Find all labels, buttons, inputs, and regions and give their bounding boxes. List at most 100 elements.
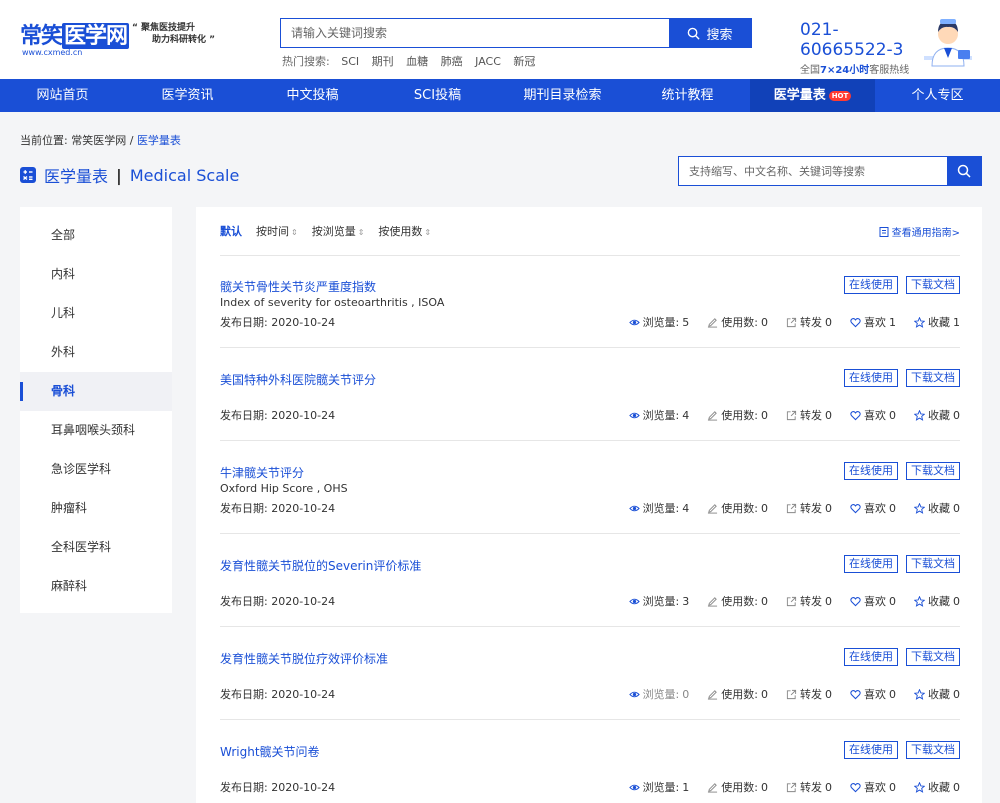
publish-date-label: 发布日期:: [220, 595, 268, 608]
sort-arrow-icon: ⇕: [424, 228, 432, 237]
hot-keyword[interactable]: 期刊: [372, 55, 394, 68]
breadcrumb-current[interactable]: 医学量表: [137, 134, 181, 147]
forward-stat[interactable]: 转发 0: [786, 686, 832, 702]
hot-keyword[interactable]: 肺癌: [441, 55, 463, 68]
forward-stat[interactable]: 转发 0: [786, 500, 832, 516]
fav-stat[interactable]: 收藏 0: [914, 407, 960, 423]
download-doc-button[interactable]: 下载文档: [906, 276, 960, 294]
use-online-button[interactable]: 在线使用: [844, 276, 898, 294]
hot-keyword[interactable]: JACC: [475, 55, 501, 68]
scale-search-input[interactable]: [679, 157, 947, 185]
row-stats: 浏览量: 0 使用数: 0 转发 0 喜欢 0 收藏 0: [611, 686, 960, 702]
row-stats: 浏览量: 4 使用数: 0 转发 0 喜欢 0 收藏 0: [611, 407, 960, 423]
site-search-input[interactable]: [281, 19, 671, 47]
use-online-button[interactable]: 在线使用: [844, 555, 898, 573]
fav-stat[interactable]: 收藏 1: [914, 314, 960, 330]
fav-stat[interactable]: 收藏 0: [914, 779, 960, 795]
sidebar-item-internal[interactable]: 内科: [20, 255, 172, 294]
hot-keyword[interactable]: 新冠: [513, 55, 535, 68]
like-stat[interactable]: 喜欢 0: [850, 407, 896, 423]
nav-journal-search[interactable]: 期刊目录检索: [500, 79, 625, 112]
use-online-button[interactable]: 在线使用: [844, 741, 898, 759]
nav-medical-scale[interactable]: 医学量表 HOT: [750, 79, 875, 112]
download-doc-button[interactable]: 下载文档: [906, 648, 960, 666]
sidebar-item-pediatrics[interactable]: 儿科: [20, 294, 172, 333]
sidebar-item-general[interactable]: 全科医学科: [20, 528, 172, 567]
publish-date-value: 2020-10-24: [271, 688, 336, 701]
scale-row: 牛津髋关节评分 Oxford Hip Score , OHS 发布日期: 202…: [220, 442, 960, 534]
use-online-button[interactable]: 在线使用: [844, 648, 898, 666]
nav-home[interactable]: 网站首页: [0, 79, 125, 112]
nav-sci-submission[interactable]: SCI投稿: [375, 79, 500, 112]
fav-stat[interactable]: 收藏 0: [914, 686, 960, 702]
row-stats: 浏览量: 3 使用数: 0 转发 0 喜欢 0 收藏 0: [611, 593, 960, 609]
scale-title[interactable]: 发育性髋关节脱位疗效评价标准: [220, 650, 388, 667]
scale-search-button[interactable]: [947, 157, 981, 185]
like-stat[interactable]: 喜欢 0: [850, 500, 896, 516]
page-title-sep: |: [116, 165, 122, 185]
views-value: 3: [682, 594, 690, 608]
publish-date: 发布日期: 2020-10-24: [220, 314, 335, 330]
sort-by-uses[interactable]: 按使用数 ⇕: [378, 223, 431, 239]
star-icon: [914, 316, 925, 328]
like-stat[interactable]: 喜欢 0: [850, 593, 896, 609]
hot-keyword[interactable]: SCI: [341, 55, 359, 68]
heart-icon: [850, 689, 861, 699]
views-stat: 浏览量: 5: [628, 314, 689, 330]
scale-title[interactable]: 髋关节骨性关节炎严重度指数: [220, 278, 376, 295]
sidebar-item-emergency[interactable]: 急诊医学科: [20, 450, 172, 489]
download-doc-button[interactable]: 下载文档: [906, 555, 960, 573]
fav-stat[interactable]: 收藏 0: [914, 500, 960, 516]
views-value: 4: [682, 408, 690, 422]
like-stat[interactable]: 喜欢 0: [850, 779, 896, 795]
uses-stat: 使用数: 0: [707, 686, 768, 702]
sidebar-item-ent[interactable]: 耳鼻咽喉头颈科: [20, 411, 172, 450]
fav-stat[interactable]: 收藏 0: [914, 593, 960, 609]
forward-stat[interactable]: 转发 0: [786, 779, 832, 795]
fav-value: 0: [953, 780, 960, 794]
hot-keyword[interactable]: 血糖: [406, 55, 428, 68]
page-title-en: Medical Scale: [129, 165, 240, 185]
download-doc-button[interactable]: 下载文档: [906, 462, 960, 480]
heart-icon: [850, 596, 861, 606]
sort-by-time[interactable]: 按时间 ⇕: [256, 223, 298, 239]
scale-title[interactable]: 美国特种外科医院髋关节评分: [220, 371, 376, 388]
views-label: 浏览量:: [642, 316, 680, 329]
sort-default[interactable]: 默认: [220, 223, 242, 239]
forward-stat[interactable]: 转发 0: [786, 407, 832, 423]
sidebar-item-surgery[interactable]: 外科: [20, 333, 172, 372]
logo-slogan: “ 聚焦医技提升 助力科研转化 ”: [132, 22, 232, 46]
scale-row: 发育性髋关节脱位疗效评价标准 发布日期: 2020-10-24 在线使用 下载文…: [220, 628, 960, 720]
uses-label: 使用数:: [721, 781, 758, 794]
nav-stats-tutorial[interactable]: 统计教程: [625, 79, 750, 112]
sidebar-item-anesthesia[interactable]: 麻醉科: [20, 567, 172, 606]
views-stat: 浏览量: 4: [628, 407, 690, 423]
publish-date-label: 发布日期:: [220, 781, 268, 794]
search-button-label: 搜索: [706, 27, 733, 43]
scale-title[interactable]: 牛津髋关节评分: [220, 464, 304, 481]
forward-stat[interactable]: 转发 0: [786, 593, 832, 609]
like-stat[interactable]: 喜欢 0: [850, 686, 896, 702]
scale-title[interactable]: 发育性髋关节脱位的Severin评价标准: [220, 557, 421, 574]
scale-title[interactable]: Wright髋关节问卷: [220, 743, 320, 760]
sidebar-item-all[interactable]: 全部: [20, 216, 172, 255]
sidebar-item-oncology[interactable]: 肿瘤科: [20, 489, 172, 528]
sidebar-item-orthopedics[interactable]: 骨科: [20, 372, 172, 411]
nav-cn-submission[interactable]: 中文投稿: [250, 79, 375, 112]
scale-row: Wright髋关节问卷 发布日期: 2020-10-24 在线使用 下载文档 浏…: [220, 721, 960, 803]
site-search-button[interactable]: 搜索: [669, 19, 751, 47]
download-doc-button[interactable]: 下载文档: [906, 741, 960, 759]
nav-personal[interactable]: 个人专区: [875, 79, 1000, 112]
guide-link[interactable]: 查看通用指南>: [879, 224, 960, 239]
breadcrumb-home[interactable]: 常笑医学网: [71, 134, 126, 147]
search-icon: [957, 164, 971, 178]
site-logo[interactable]: 常笑医学网 www.cxmed.cn “ 聚焦医技提升 助力科研转化 ”: [20, 14, 220, 64]
download-doc-button[interactable]: 下载文档: [906, 369, 960, 387]
forward-stat[interactable]: 转发 0: [786, 314, 832, 330]
like-stat[interactable]: 喜欢 1: [850, 314, 896, 330]
document-icon: [879, 226, 889, 237]
use-online-button[interactable]: 在线使用: [844, 462, 898, 480]
sort-by-views[interactable]: 按浏览量 ⇕: [312, 223, 365, 239]
nav-news[interactable]: 医学资讯: [125, 79, 250, 112]
use-online-button[interactable]: 在线使用: [844, 369, 898, 387]
